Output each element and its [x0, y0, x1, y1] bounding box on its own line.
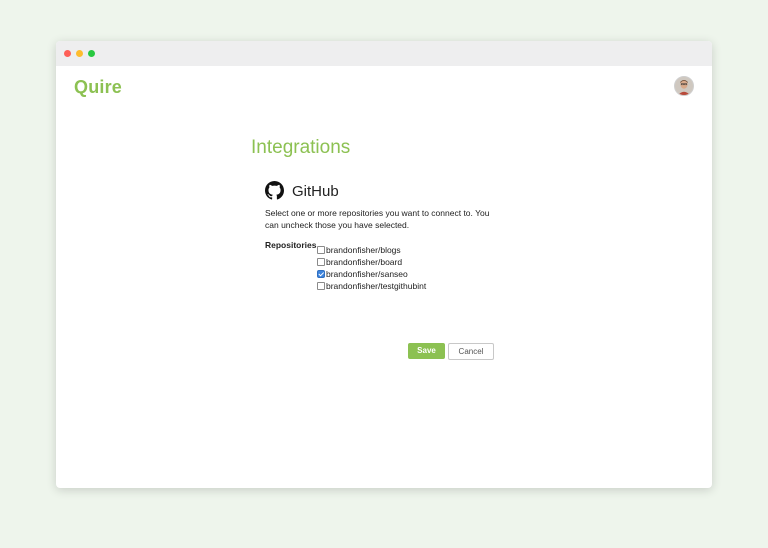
minimize-window-button[interactable] [76, 50, 83, 57]
repositories-label: Repositories [265, 240, 317, 250]
close-window-button[interactable] [64, 50, 71, 57]
github-icon [265, 181, 284, 200]
save-button[interactable]: Save [408, 343, 445, 359]
page-title: Integrations [251, 137, 351, 158]
repository-name[interactable]: brandonfisher/blogs [326, 244, 401, 256]
integration-description: Select one or more repositories you want… [265, 208, 490, 230]
repository-checkbox[interactable] [317, 270, 325, 278]
repository-checkbox[interactable] [317, 246, 325, 254]
repository-checkbox[interactable] [317, 258, 325, 266]
integration-name: GitHub [292, 183, 339, 200]
cancel-button[interactable]: Cancel [448, 343, 494, 360]
avatar-image [675, 77, 693, 95]
repository-checkbox[interactable] [317, 282, 325, 290]
repository-name[interactable]: brandonfisher/sanseo [326, 268, 408, 280]
repository-name[interactable]: brandonfisher/testgithubint [326, 280, 426, 292]
app-logo[interactable]: Quire [74, 77, 122, 98]
repository-name[interactable]: brandonfisher/board [326, 256, 402, 268]
maximize-window-button[interactable] [88, 50, 95, 57]
app-window: Quire Integrations GitHub Select one or … [56, 41, 712, 488]
user-avatar[interactable] [674, 76, 694, 96]
title-bar [56, 41, 712, 66]
